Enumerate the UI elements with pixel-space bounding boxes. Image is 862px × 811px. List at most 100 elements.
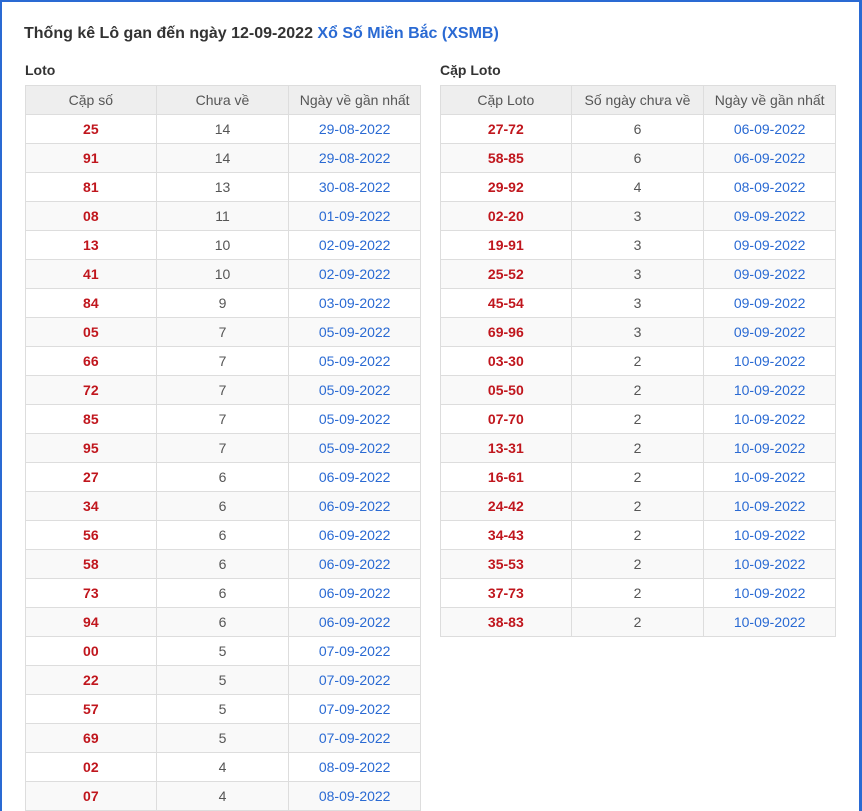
cap-loto-row: 25-52 3 09-09-2022	[440, 259, 836, 289]
loto-date-cell: 01-09-2022	[288, 201, 421, 231]
loto-row: 13 10 02-09-2022	[25, 230, 421, 260]
loto-row: 22 5 07-09-2022	[25, 665, 421, 695]
loto-row: 84 9 03-09-2022	[25, 288, 421, 318]
loto-row: 81 13 30-08-2022	[25, 172, 421, 202]
loto-row: 34 6 06-09-2022	[25, 491, 421, 521]
loto-count-cell: 7	[155, 346, 290, 376]
cap-loto-date-cell: 09-09-2022	[703, 288, 836, 318]
loto-date-cell: 06-09-2022	[288, 549, 421, 579]
loto-date-cell: 02-09-2022	[288, 230, 421, 260]
loto-pair-cell: 05	[25, 317, 157, 347]
loto-row: 58 6 06-09-2022	[25, 549, 421, 579]
loto-count-cell: 4	[155, 781, 290, 811]
cap-loto-date-cell: 10-09-2022	[703, 549, 836, 579]
cap-loto-pair-cell: 13-31	[440, 433, 572, 463]
cap-loto-pair-cell: 02-20	[440, 201, 572, 231]
loto-date-cell: 06-09-2022	[288, 462, 421, 492]
loto-row: 85 7 05-09-2022	[25, 404, 421, 434]
loto-row: 69 5 07-09-2022	[25, 723, 421, 753]
loto-pair-cell: 00	[25, 636, 157, 666]
cap-loto-date-cell: 10-09-2022	[703, 578, 836, 608]
loto-header-last-date: Ngày về gần nhất	[288, 85, 421, 115]
cap-loto-row: 02-20 3 09-09-2022	[440, 201, 836, 231]
cap-loto-date-cell: 10-09-2022	[703, 607, 836, 637]
cap-loto-pair-cell: 45-54	[440, 288, 572, 318]
loto-pair-cell: 73	[25, 578, 157, 608]
loto-pair-cell: 95	[25, 433, 157, 463]
loto-row: 56 6 06-09-2022	[25, 520, 421, 550]
loto-pair-cell: 02	[25, 752, 157, 782]
cap-loto-date-cell: 10-09-2022	[703, 375, 836, 405]
loto-pair-cell: 08	[25, 201, 157, 231]
cap-loto-row: 38-83 2 10-09-2022	[440, 607, 836, 637]
loto-count-cell: 6	[155, 607, 290, 637]
loto-row: 94 6 06-09-2022	[25, 607, 421, 637]
loto-table: Cặp số Chưa về Ngày về gần nhất 25 14 29-0…	[25, 85, 421, 811]
cap-loto-count-cell: 2	[570, 578, 705, 608]
loto-count-cell: 14	[155, 143, 290, 173]
cap-loto-pair-cell: 24-42	[440, 491, 572, 521]
page-title: Thống kê Lô gan đến ngày 12-09-2022 Xổ S…	[24, 25, 499, 43]
title-text: Thống kê Lô gan đến ngày 12-09-2022	[24, 25, 313, 42]
cap-loto-count-cell: 2	[570, 375, 705, 405]
loto-row: 05 7 05-09-2022	[25, 317, 421, 347]
loto-pair-cell: 41	[25, 259, 157, 289]
xsmb-link[interactable]: Xổ Số Miền Bắc (XSMB)	[317, 25, 498, 42]
loto-pair-cell: 94	[25, 607, 157, 637]
cap-loto-header-days: Số ngày chưa về	[570, 85, 705, 115]
cap-loto-row: 34-43 2 10-09-2022	[440, 520, 836, 550]
loto-row: 73 6 06-09-2022	[25, 578, 421, 608]
loto-row: 57 5 07-09-2022	[25, 694, 421, 724]
cap-loto-date-cell: 10-09-2022	[703, 346, 836, 376]
loto-date-cell: 05-09-2022	[288, 375, 421, 405]
loto-header-pair: Cặp số	[25, 85, 157, 115]
cap-loto-count-cell: 2	[570, 607, 705, 637]
cap-loto-date-cell: 10-09-2022	[703, 520, 836, 550]
cap-loto-count-cell: 4	[570, 172, 705, 202]
cap-loto-pair-cell: 16-61	[440, 462, 572, 492]
loto-count-cell: 7	[155, 433, 290, 463]
loto-section-label: Loto	[25, 62, 56, 78]
cap-loto-pair-cell: 19-91	[440, 230, 572, 260]
loto-count-cell: 6	[155, 520, 290, 550]
loto-date-cell: 30-08-2022	[288, 172, 421, 202]
loto-pair-cell: 57	[25, 694, 157, 724]
loto-pair-cell: 84	[25, 288, 157, 318]
cap-loto-row: 35-53 2 10-09-2022	[440, 549, 836, 579]
cap-loto-count-cell: 2	[570, 462, 705, 492]
loto-count-cell: 10	[155, 259, 290, 289]
loto-pair-cell: 72	[25, 375, 157, 405]
cap-loto-row: 07-70 2 10-09-2022	[440, 404, 836, 434]
cap-loto-pair-cell: 07-70	[440, 404, 572, 434]
cap-loto-row: 58-85 6 06-09-2022	[440, 143, 836, 173]
cap-loto-date-cell: 10-09-2022	[703, 404, 836, 434]
loto-count-cell: 5	[155, 636, 290, 666]
loto-count-cell: 9	[155, 288, 290, 318]
loto-pair-cell: 81	[25, 172, 157, 202]
cap-loto-row: 13-31 2 10-09-2022	[440, 433, 836, 463]
loto-pair-cell: 66	[25, 346, 157, 376]
cap-loto-count-cell: 2	[570, 549, 705, 579]
cap-loto-row: 69-96 3 09-09-2022	[440, 317, 836, 347]
loto-date-cell: 07-09-2022	[288, 636, 421, 666]
cap-loto-pair-cell: 29-92	[440, 172, 572, 202]
cap-loto-row: 45-54 3 09-09-2022	[440, 288, 836, 318]
loto-pair-cell: 25	[25, 114, 157, 144]
loto-header-missing: Chưa về	[155, 85, 290, 115]
loto-count-cell: 6	[155, 462, 290, 492]
loto-pair-cell: 34	[25, 491, 157, 521]
loto-count-cell: 4	[155, 752, 290, 782]
loto-count-cell: 11	[155, 201, 290, 231]
loto-date-cell: 05-09-2022	[288, 317, 421, 347]
cap-loto-pair-cell: 34-43	[440, 520, 572, 550]
cap-loto-count-cell: 2	[570, 346, 705, 376]
cap-loto-count-cell: 3	[570, 317, 705, 347]
cap-loto-date-cell: 08-09-2022	[703, 172, 836, 202]
loto-row: 72 7 05-09-2022	[25, 375, 421, 405]
loto-row: 91 14 29-08-2022	[25, 143, 421, 173]
loto-date-cell: 08-09-2022	[288, 781, 421, 811]
loto-count-cell: 7	[155, 317, 290, 347]
loto-row: 07 4 08-09-2022	[25, 781, 421, 811]
cap-loto-pair-cell: 69-96	[440, 317, 572, 347]
loto-row: 95 7 05-09-2022	[25, 433, 421, 463]
